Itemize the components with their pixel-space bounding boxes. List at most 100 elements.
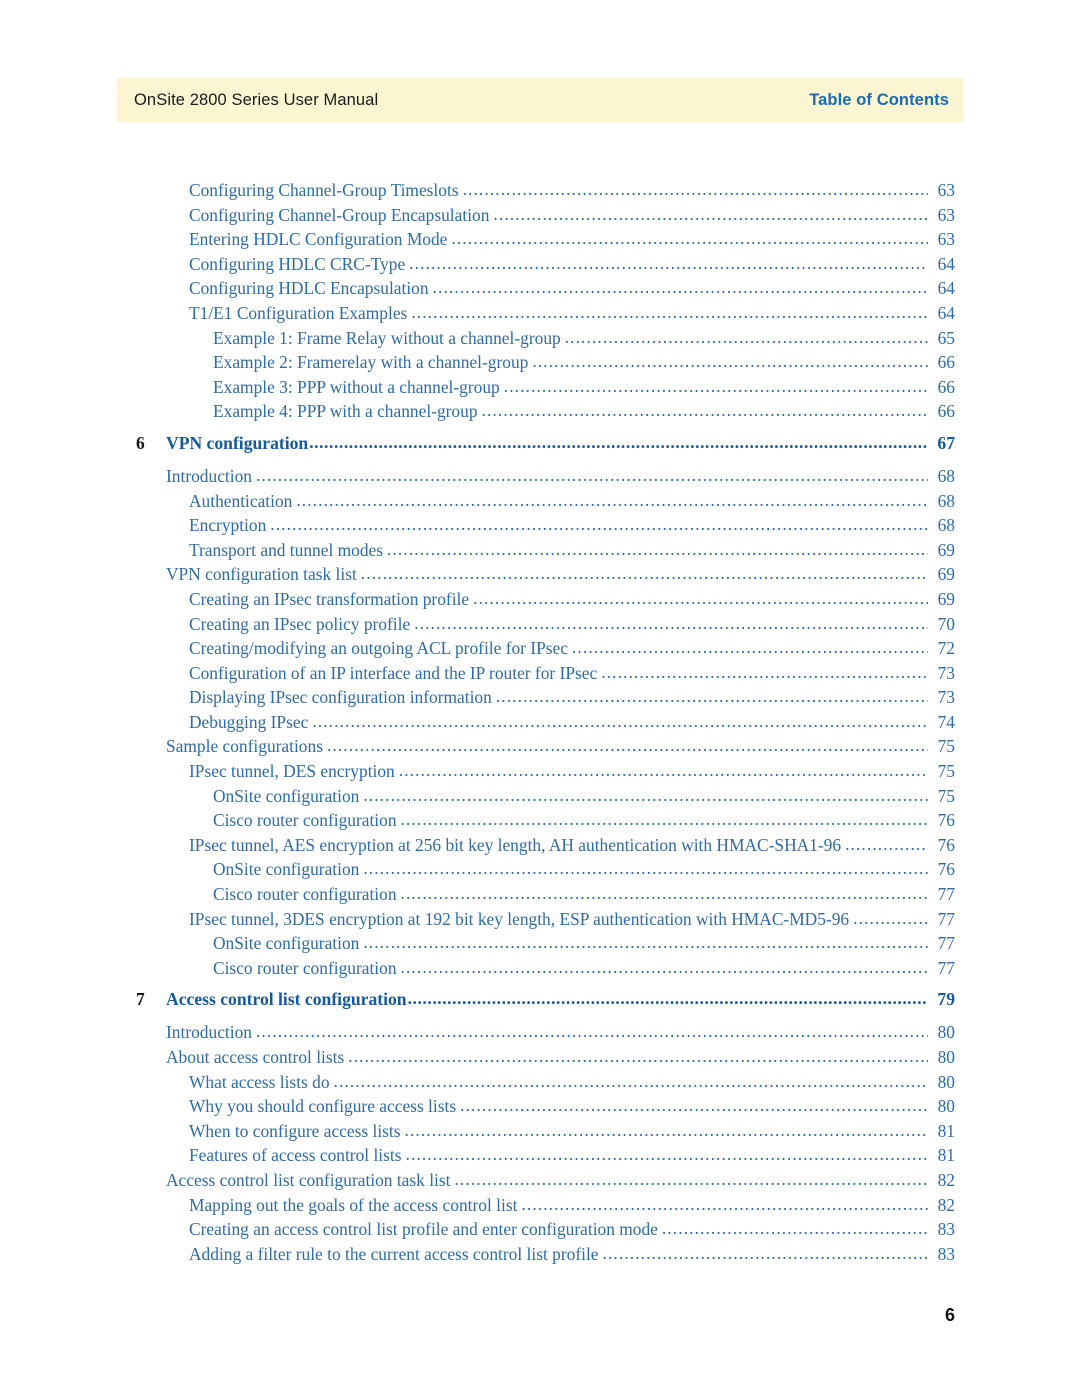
toc-entry-row[interactable]: VPN configuration task list 69 <box>0 564 1080 589</box>
toc-entry-row[interactable]: Mapping out the goals of the access cont… <box>0 1195 1080 1220</box>
toc-chapter-row[interactable]: 7 Access control list configuration 79 <box>0 989 1080 1019</box>
toc-page-number: 74 <box>937 711 955 732</box>
toc-entry-label: OnSite configuration <box>213 785 360 806</box>
toc-page-number: 76 <box>937 834 955 855</box>
toc-entry-label: IPsec tunnel, AES encryption at 256 bit … <box>189 834 842 855</box>
toc-dot-leader <box>411 302 928 323</box>
toc-page-number: 76 <box>937 810 955 831</box>
toc-entry-row[interactable]: Authentication 68 <box>0 491 1080 516</box>
toc-entry-row[interactable]: Example 2: Framerelay with a channel-gro… <box>0 352 1080 377</box>
toc-dot-leader <box>482 400 928 421</box>
toc-dot-leader <box>270 514 928 535</box>
toc-dot-leader <box>603 1243 928 1264</box>
toc-entry-label: Transport and tunnel modes <box>189 539 384 560</box>
toc-entry-row[interactable]: Introduction 68 <box>0 466 1080 491</box>
toc-page-number: 66 <box>937 401 955 422</box>
toc-dot-leader <box>662 1218 928 1239</box>
toc-page-number: 80 <box>937 1096 955 1117</box>
toc-entry-label: Why you should configure access lists <box>189 1096 457 1117</box>
toc-entry-row[interactable]: Cisco router configuration 77 <box>0 884 1080 909</box>
toc-dot-leader <box>401 883 928 904</box>
toc-dot-leader <box>256 465 928 486</box>
toc-dot-leader <box>334 1071 928 1092</box>
toc-entry-label: Configuring Channel-Group Timeslots <box>189 180 459 200</box>
toc-entry-row[interactable]: Example 3: PPP without a channel-group 66 <box>0 377 1080 402</box>
toc-entry-row[interactable]: Debugging IPsec 74 <box>0 712 1080 737</box>
toc-entry-row[interactable]: Example 1: Frame Relay without a channel… <box>0 328 1080 353</box>
toc-chapter-row[interactable]: 6 VPN configuration 67 <box>0 433 1080 463</box>
toc-page-number: 75 <box>937 761 955 782</box>
toc-entry-label: Configuring Channel-Group Encapsulation <box>189 204 490 225</box>
toc-page-number: 75 <box>937 785 955 806</box>
toc-entry-row[interactable]: Why you should configure access lists 80 <box>0 1096 1080 1121</box>
toc-entry-row[interactable]: Transport and tunnel modes 69 <box>0 540 1080 565</box>
toc-entry-row[interactable]: Features of access control lists 81 <box>0 1145 1080 1170</box>
toc-entry-label: Adding a filter rule to the current acce… <box>189 1243 599 1264</box>
toc-entry-label: Introduction <box>166 465 252 486</box>
toc-entry-row[interactable]: Creating/modifying an outgoing ACL profi… <box>0 638 1080 663</box>
toc-dot-leader <box>405 1120 928 1141</box>
toc-entry-row[interactable]: IPsec tunnel, AES encryption at 256 bit … <box>0 835 1080 860</box>
toc-entry-row[interactable]: Adding a filter rule to the current acce… <box>0 1244 1080 1269</box>
toc-entry-row[interactable]: T1/E1 Configuration Examples 64 <box>0 303 1080 328</box>
toc-dot-leader <box>601 662 928 683</box>
toc-entry-row[interactable]: Configuration of an IP interface and the… <box>0 663 1080 688</box>
toc-entry-row[interactable]: Encryption 68 <box>0 515 1080 540</box>
toc-entry-row[interactable]: IPsec tunnel, 3DES encryption at 192 bit… <box>0 909 1080 934</box>
table-of-contents-list: Configuring Channel-Group Timeslots63Con… <box>0 180 1080 1268</box>
toc-entry-row[interactable]: About access control lists 80 <box>0 1047 1080 1072</box>
toc-dot-leader <box>433 277 928 298</box>
chapter-number: 6 <box>136 432 145 453</box>
toc-page-number: 77 <box>937 933 955 954</box>
toc-entry-label: Configuring HDLC Encapsulation <box>189 278 429 299</box>
toc-entry-row[interactable]: OnSite configuration 77 <box>0 933 1080 958</box>
toc-page-number: 66 <box>937 352 955 373</box>
toc-dot-leader <box>363 858 928 879</box>
toc-page-number: 68 <box>937 465 955 486</box>
toc-entry-row[interactable]: Cisco router configuration 77 <box>0 958 1080 983</box>
toc-page-number: 80 <box>937 1047 955 1067</box>
toc-entry-row[interactable]: Configuring HDLC Encapsulation 64 <box>0 278 1080 303</box>
toc-page-number: 83 <box>937 1219 955 1240</box>
toc-entry-label: T1/E1 Configuration Examples <box>189 302 408 323</box>
toc-entry-row[interactable]: Displaying IPsec configuration informati… <box>0 687 1080 712</box>
toc-dot-leader <box>853 908 928 929</box>
toc-entry-row[interactable]: Configuring Channel-Group Timeslots 63 <box>0 180 1080 205</box>
toc-dot-leader <box>493 204 928 225</box>
toc-entry-row[interactable]: Example 4: PPP with a channel-group 66 <box>0 401 1080 426</box>
toc-dot-leader <box>363 785 928 806</box>
toc-dot-leader <box>521 1194 928 1215</box>
toc-entry-label: Cisco router configuration <box>213 810 397 831</box>
toc-entry-label: OnSite configuration <box>213 859 360 880</box>
chapter-number: 7 <box>136 989 145 1010</box>
toc-entry-row[interactable]: When to configure access lists 81 <box>0 1121 1080 1146</box>
toc-entry-row[interactable]: Cisco router configuration 76 <box>0 810 1080 835</box>
toc-page-number: 80 <box>937 1022 955 1043</box>
toc-entry-row[interactable]: Configuring Channel-Group Encapsulation 6… <box>0 205 1080 230</box>
toc-page-number: 77 <box>937 908 955 929</box>
toc-page-number: 65 <box>937 327 955 348</box>
toc-entry-row[interactable]: Access control list configuration task l… <box>0 1170 1080 1195</box>
toc-entry-row[interactable]: Introduction 80 <box>0 1022 1080 1047</box>
toc-entry-row[interactable]: Entering HDLC Configuration Mode 63 <box>0 229 1080 254</box>
toc-entry-row[interactable]: Creating an access control list profile … <box>0 1219 1080 1244</box>
toc-entry-row[interactable]: Creating an IPsec policy profile 70 <box>0 614 1080 639</box>
toc-entry-row[interactable]: What access lists do 80 <box>0 1072 1080 1097</box>
toc-entry-label: Example 2: Framerelay with a channel-gro… <box>213 352 529 373</box>
toc-entry-label: Creating an IPsec policy profile <box>189 613 411 634</box>
toc-page-number: 83 <box>937 1243 955 1264</box>
toc-entry-label: Encryption <box>189 515 267 536</box>
toc-entry-label: Creating an IPsec transformation profile <box>189 588 470 609</box>
toc-dot-leader <box>565 327 928 348</box>
toc-entry-row[interactable]: OnSite configuration 76 <box>0 859 1080 884</box>
toc-entry-row[interactable]: OnSite configuration 75 <box>0 786 1080 811</box>
toc-entry-row[interactable]: Sample configurations 75 <box>0 736 1080 761</box>
toc-page-number: 82 <box>937 1194 955 1215</box>
toc-entry-row[interactable]: Configuring HDLC CRC-Type 64 <box>0 254 1080 279</box>
toc-entry-row[interactable]: Creating an IPsec transformation profile… <box>0 589 1080 614</box>
toc-page-number: 67 <box>937 432 955 453</box>
toc-dot-leader <box>473 588 928 609</box>
toc-entry-row[interactable]: IPsec tunnel, DES encryption 75 <box>0 761 1080 786</box>
toc-page-number: 64 <box>937 253 955 274</box>
page-header-band: OnSite 2800 Series User Manual Table of … <box>117 78 963 122</box>
